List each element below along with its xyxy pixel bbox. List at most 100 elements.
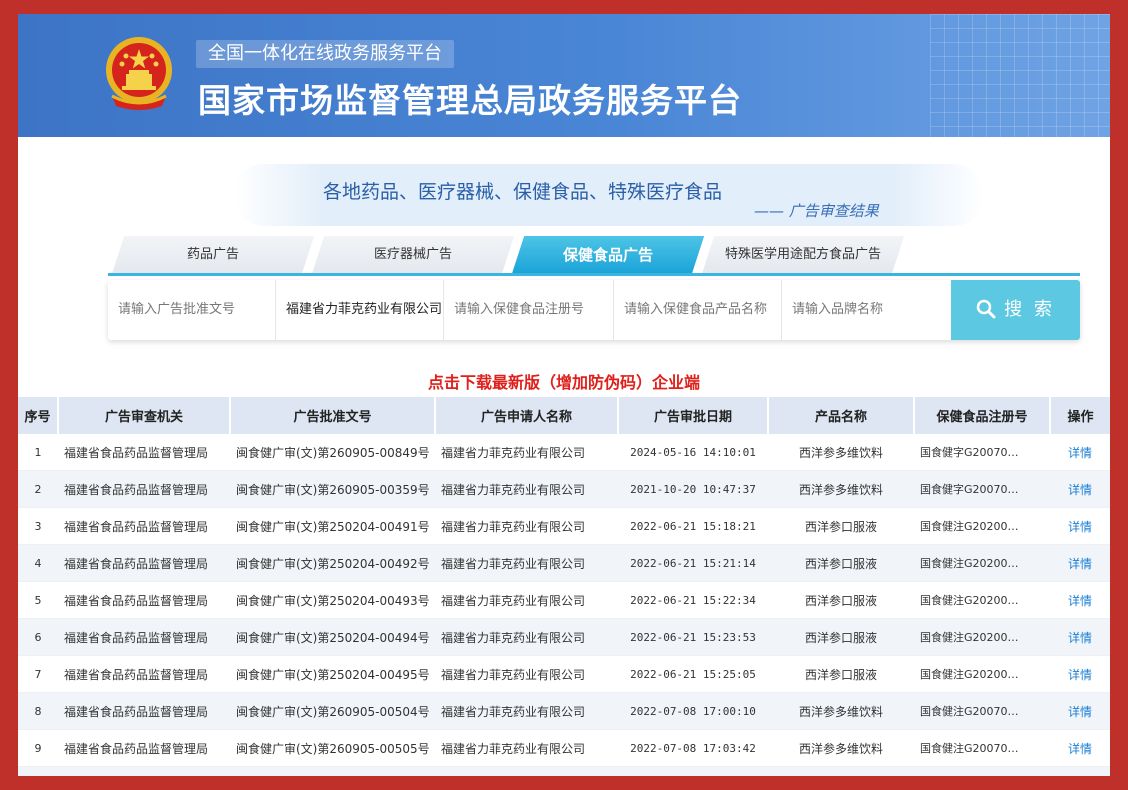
product-name-input[interactable]: 请输入保健食品产品名称 — [614, 280, 782, 340]
review-authority-cell: 福建省食品药品监督管理局 — [58, 729, 230, 767]
details-link[interactable]: 详情 — [1068, 520, 1092, 534]
approval-number-cell: 闽食健广审(文)第260905-00848号 — [230, 766, 435, 776]
review-authority-cell: 福建省食品药品监督管理局 — [58, 655, 230, 693]
applicant-name-input[interactable]: 福建省力菲克药业有限公司 — [276, 280, 444, 340]
details-link-cell: 详情 — [1050, 729, 1110, 767]
review-authority-cell: 福建省食品药品监督管理局 — [58, 766, 230, 776]
results-table: 序号 广告审查机关 广告批准文号 广告申请人名称 广告审批日期 产品名称 保健食… — [18, 397, 1110, 776]
column-header: 广告批准文号 — [230, 397, 436, 434]
approval-date-cell: 2024-05-16 14:10:01 — [618, 434, 768, 471]
details-link-cell: 详情 — [1050, 766, 1110, 776]
column-header: 保健食品注册号 — [914, 397, 1051, 434]
tab-special-medical-food-ads[interactable]: 特殊医学用途配方食品广告 — [701, 236, 905, 274]
registration-number-cell: 国食健注G20070… — [914, 729, 1050, 767]
product-name-cell: 西洋参口服液 — [768, 655, 914, 693]
search-button[interactable]: 搜 索 — [951, 280, 1080, 340]
table-row: 2 福建省食品药品监督管理局 闽食健广审(文)第260905-00359号 福建省力菲… — [18, 470, 1110, 508]
table-header-row: 序号 广告审查机关 广告批准文号 广告申请人名称 广告审批日期 产品名称 保健食… — [18, 397, 1110, 434]
review-authority-cell: 福建省食品药品监督管理局 — [58, 544, 230, 582]
applicant-name-cell: 福建省力菲克药业有限公司 — [435, 434, 618, 471]
row-index-cell: 10 — [18, 766, 58, 776]
review-authority-cell: 福建省食品药品监督管理局 — [58, 507, 230, 545]
review-authority-cell: 福建省食品药品监督管理局 — [58, 618, 230, 656]
page-title: 国家市场监督管理总局政务服务平台 — [198, 81, 742, 120]
table-row: 7 福建省食品药品监督管理局 闽食健广审(文)第250204-00495号 福建省力菲… — [18, 655, 1110, 693]
registration-number-cell: 国食健注G20200… — [914, 507, 1050, 545]
applicant-name-cell: 福建省力菲克药业有限公司 — [435, 470, 618, 508]
row-index-cell: 6 — [18, 618, 58, 656]
download-link[interactable]: 点击下载最新版（增加防伪码）企业端 — [18, 369, 1110, 393]
table-row: 10福建省食品药品监督管理局闽食健广审(文)第260905-00848号福建省力… — [18, 766, 1110, 776]
approval-number-cell: 闽食健广审(文)第250204-00491号 — [230, 507, 435, 545]
applicant-name-cell: 福建省力菲克药业有限公司 — [435, 581, 618, 619]
table-row: 4 福建省食品药品监督管理局 闽食健广审(文)第250204-00492号 福建省力菲… — [18, 544, 1110, 582]
column-header: 产品名称 — [768, 397, 915, 434]
applicant-name-cell: 福建省力菲克药业有限公司 — [435, 729, 618, 767]
details-link-cell: 详情 — [1050, 507, 1110, 545]
registration-number-input[interactable]: 请输入保健食品注册号 — [444, 280, 614, 340]
approval-date-cell: 2022-06-21 15:21:14 — [618, 544, 768, 582]
column-header: 广告申请人名称 — [435, 397, 619, 434]
slogan-text: 各地药品、医疗器械、保健食品、特殊医疗食品 — [323, 181, 723, 203]
approval-number-cell: 闽食健广审(文)第260905-00504号 — [230, 692, 435, 730]
details-link-cell: 详情 — [1050, 544, 1110, 582]
row-index-cell: 5 — [18, 581, 58, 619]
registration-number-cell: 国食健字G20070… — [914, 470, 1050, 508]
registration-number-cell: 国食健注G20200… — [914, 581, 1050, 619]
registration-number-cell: 国食健注G20200… — [914, 655, 1050, 693]
applicant-name-cell: 福建省力菲克药业有限公司 — [435, 692, 618, 730]
table-row: 9 福建省食品药品监督管理局 闽食健广审(文)第260905-00505号 福建省力菲… — [18, 729, 1110, 767]
product-name-cell: 西洋参多维饮料 — [768, 470, 914, 508]
product-name-cell: 西洋参多维饮料 — [768, 729, 914, 767]
product-name-cell: 西洋参口服液 — [768, 544, 914, 582]
column-header: 操作 — [1050, 397, 1110, 434]
product-name-cell: 西洋参多维饮料 — [768, 766, 914, 776]
approval-number-cell: 闽食健广审(文)第250204-00492号 — [230, 544, 435, 582]
search-bar: 请输入广告批准文号 福建省力菲克药业有限公司 请输入保健食品注册号 请输入保健食… — [108, 280, 1080, 340]
details-link[interactable]: 详情 — [1068, 557, 1092, 571]
product-name-cell: 西洋参口服液 — [768, 507, 914, 545]
review-authority-cell: 福建省食品药品监督管理局 — [58, 434, 230, 471]
details-link[interactable]: 详情 — [1068, 631, 1092, 645]
header-subtitle: 全国一体化在线政务服务平台 — [196, 40, 454, 68]
details-link-cell: 详情 — [1050, 470, 1110, 508]
banner-pattern — [930, 14, 1110, 137]
details-link-cell: 详情 — [1050, 692, 1110, 730]
details-link-cell: 详情 — [1050, 434, 1110, 471]
approval-number-cell: 闽食健广审(文)第250204-00495号 — [230, 655, 435, 693]
registration-number-cell: 国食健字G20070… — [914, 766, 1050, 776]
column-header: 广告审查机关 — [58, 397, 231, 434]
tab-device-ads[interactable]: 医疗器械广告 — [311, 236, 515, 274]
approval-date-cell: 2022-07-08 17:03:42 — [618, 729, 768, 767]
details-link[interactable]: 详情 — [1068, 483, 1092, 497]
details-link[interactable]: 详情 — [1068, 705, 1092, 719]
review-authority-cell: 福建省食品药品监督管理局 — [58, 581, 230, 619]
approval-number-input[interactable]: 请输入广告批准文号 — [108, 280, 276, 340]
header-banner: 全国一体化在线政务服务平台 国家市场监督管理总局政务服务平台 — [18, 14, 1110, 137]
registration-number-cell: 国食健注G20200… — [914, 618, 1050, 656]
tab-drug-ads[interactable]: 药品广告 — [111, 236, 315, 274]
row-index-cell: 9 — [18, 729, 58, 767]
product-name-cell: 西洋参多维饮料 — [768, 692, 914, 730]
table-row: 5 福建省食品药品监督管理局 闽食健广审(文)第250204-00493号 福建省力菲… — [18, 581, 1110, 619]
table-row: 1 福建省食品药品监督管理局 闽食健广审(文)第260905-00849号 福建省力菲… — [18, 434, 1110, 471]
details-link[interactable]: 详情 — [1068, 668, 1092, 682]
approval-number-cell: 闽食健广审(文)第260905-00359号 — [230, 470, 435, 508]
tab-health-food-ads[interactable]: 保健食品广告 — [511, 236, 705, 274]
brand-name-input[interactable]: 请输入品牌名称 — [782, 280, 951, 340]
applicant-name-cell: 福建省力菲克药业有限公司 — [435, 655, 618, 693]
slogan-subtext: —— 广告审查结果 — [754, 202, 879, 220]
applicant-name-cell: 福建省力菲克药业有限公司 — [435, 618, 618, 656]
category-tabs: 药品广告 医疗器械广告 保健食品广告 特殊医学用途配方食品广告 — [108, 236, 905, 274]
approval-number-cell: 闽食健广审(文)第250204-00494号 — [230, 618, 435, 656]
details-link-cell: 详情 — [1050, 618, 1110, 656]
details-link[interactable]: 详情 — [1068, 446, 1092, 460]
registration-number-cell: 国食健字G20070… — [914, 434, 1050, 471]
registration-number-cell: 国食健注G20200… — [914, 544, 1050, 582]
details-link[interactable]: 详情 — [1068, 742, 1092, 756]
row-index-cell: 4 — [18, 544, 58, 582]
approval-date-cell: 2022-06-21 15:18:21 — [618, 507, 768, 545]
table-row: 6 福建省食品药品监督管理局 闽食健广审(文)第250204-00494号 福建省力菲… — [18, 618, 1110, 656]
approval-date-cell: 2024-05-16 14:08:48 — [618, 766, 768, 776]
details-link[interactable]: 详情 — [1068, 594, 1092, 608]
